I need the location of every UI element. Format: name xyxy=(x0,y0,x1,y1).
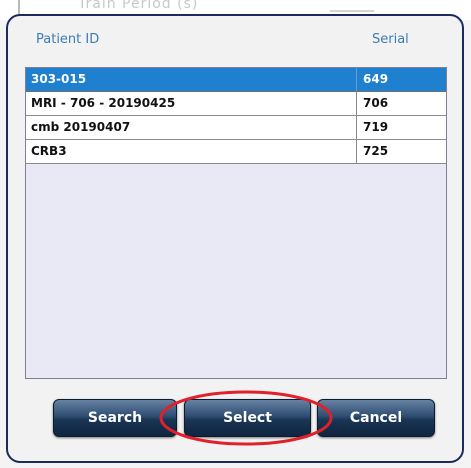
header-patient-id[interactable]: Patient ID xyxy=(36,32,99,47)
serial-cell: 719 xyxy=(363,120,389,134)
patient-select-dialog: Patient ID Serial 303-015 649 MRI - 706 … xyxy=(6,14,464,463)
patient-id-cell: MRI - 706 - 20190425 xyxy=(31,96,176,110)
patient-list[interactable]: 303-015 649 MRI - 706 - 20190425 706 cmb… xyxy=(25,67,447,379)
serial-cell: 706 xyxy=(363,96,389,110)
patient-id-cell: cmb 20190407 xyxy=(31,120,131,134)
column-divider xyxy=(356,92,357,115)
background-partial-label: Train Period (s) xyxy=(78,0,199,12)
search-button[interactable]: Search xyxy=(53,399,177,437)
patient-row[interactable]: MRI - 706 - 20190425 706 xyxy=(26,92,446,116)
patient-row[interactable]: cmb 20190407 719 xyxy=(26,116,446,140)
patient-row[interactable]: 303-015 649 xyxy=(26,68,446,92)
serial-cell: 649 xyxy=(363,72,389,86)
serial-cell: 725 xyxy=(363,144,389,158)
cancel-button[interactable]: Cancel xyxy=(317,399,435,437)
patient-id-cell: CRB3 xyxy=(31,144,67,158)
patient-row[interactable]: CRB3 725 xyxy=(26,140,446,164)
header-serial[interactable]: Serial xyxy=(372,32,409,47)
background-field-line xyxy=(330,10,374,12)
column-divider xyxy=(356,68,357,91)
select-button[interactable]: Select xyxy=(184,399,311,437)
patient-id-cell: 303-015 xyxy=(31,72,87,86)
column-divider xyxy=(356,140,357,163)
column-divider xyxy=(356,116,357,139)
